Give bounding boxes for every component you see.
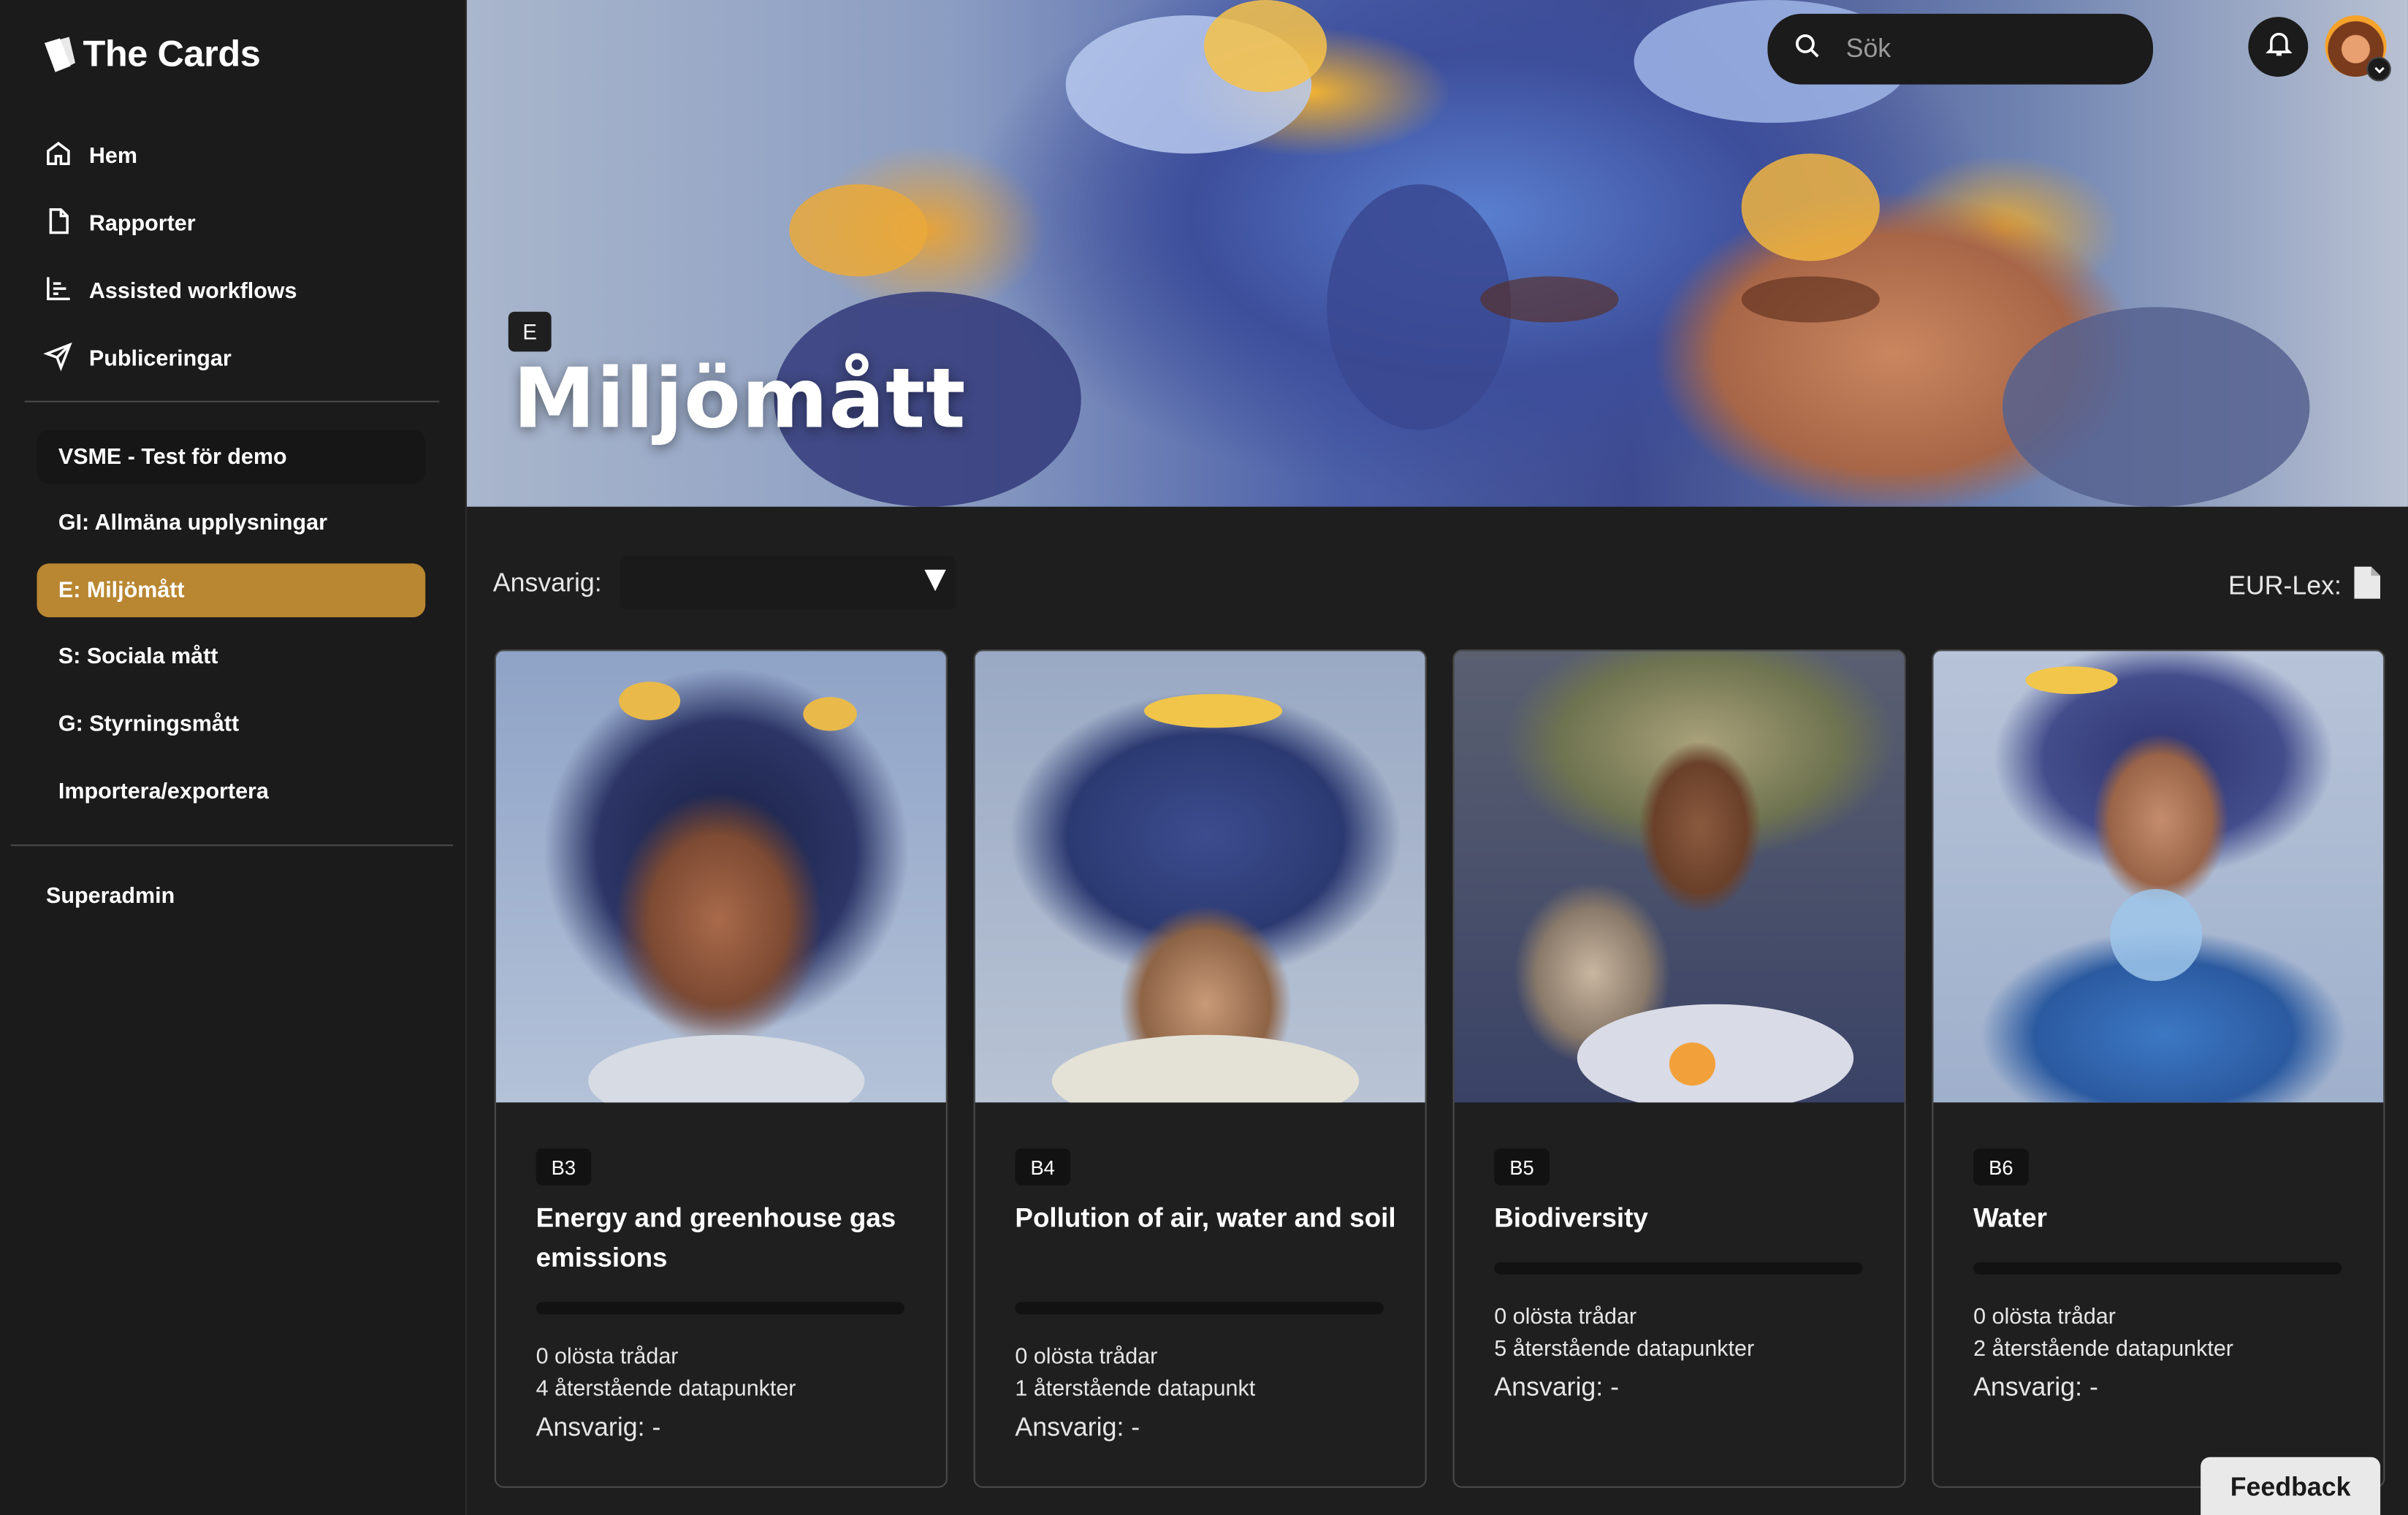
card-threads: 0 olösta trådar — [1973, 1305, 2116, 1330]
eur-lex-label: EUR-Lex: — [2228, 570, 2342, 600]
card-image — [495, 651, 946, 1103]
notifications-button[interactable] — [2248, 17, 2309, 77]
card-responsible: Ansvarig: - — [536, 1412, 661, 1442]
nav-item-hem[interactable]: Hem — [43, 123, 443, 190]
card-image — [975, 651, 1425, 1103]
progress-bar — [1015, 1302, 1384, 1315]
card-b4[interactable]: B4 Pollution of air, water and soil 0 ol… — [973, 649, 1427, 1488]
dropdown-arrow-icon — [924, 569, 946, 592]
card-b6[interactable]: B6 Water 0 olösta trådar 2 återstående d… — [1932, 649, 2385, 1488]
card-threads: 0 olösta trådar — [536, 1345, 679, 1370]
card-b3[interactable]: B3 Energy and greenhouse gas emissions 0… — [494, 649, 948, 1488]
responsible-filter-label: Ansvarig: — [492, 568, 602, 598]
search-icon — [1794, 31, 1821, 66]
report-nav-gi[interactable]: GI: Allmäna upplysningar — [37, 496, 425, 550]
sidebar: The Cards Hem Rapporter Assisted workflo… — [0, 0, 468, 1515]
search-bar[interactable]: Sök — [1767, 13, 2154, 85]
card-image — [1933, 651, 2384, 1103]
eur-lex-link[interactable]: EUR-Lex: — [2228, 566, 2380, 607]
nav-item-publiceringar[interactable]: Publiceringar — [43, 326, 443, 393]
nav-label: Assisted workflows — [88, 279, 297, 305]
card-datapoints: 5 återstående datapunkter — [1494, 1337, 1755, 1362]
report-nav-g[interactable]: G: Styrningsmått — [37, 697, 425, 751]
progress-bar — [536, 1302, 905, 1315]
app-root: The Cards Hem Rapporter Assisted workflo… — [0, 0, 2408, 1515]
card-tag: B3 — [536, 1148, 592, 1186]
progress-bar — [1494, 1262, 1863, 1275]
card-title: Pollution of air, water and soil — [1015, 1202, 1396, 1233]
card-responsible: Ansvarig: - — [1494, 1373, 1620, 1403]
nav-item-assisted-workflows[interactable]: Assisted workflows — [43, 258, 443, 325]
nav-label: Hem — [88, 144, 137, 169]
card-title: Water — [1973, 1202, 2047, 1233]
nav-label: Rapporter — [88, 212, 196, 237]
cards-logo-icon — [40, 35, 77, 75]
card-image — [1454, 651, 1905, 1103]
page-title: Miljömått — [513, 350, 967, 447]
card-threads: 0 olösta trådar — [1015, 1345, 1158, 1370]
card-datapoints: 4 återstående datapunkter — [536, 1377, 796, 1403]
card-datapoints: 2 återstående datapunkter — [1973, 1337, 2233, 1362]
card-title: Biodiversity — [1494, 1202, 1648, 1233]
home-icon — [43, 138, 74, 175]
document-icon — [43, 206, 74, 243]
report-nav-import-export[interactable]: Importera/exportera — [37, 765, 425, 819]
card-tag: B4 — [1015, 1148, 1070, 1186]
card-responsible: Ansvarig: - — [1015, 1412, 1140, 1442]
bell-icon — [2263, 28, 2293, 66]
chevron-down-icon[interactable] — [2366, 56, 2391, 82]
nav-divider — [24, 400, 440, 402]
card-title: Energy and greenhouse gas emissions — [536, 1202, 896, 1273]
chart-icon — [43, 273, 74, 310]
report-nav-s[interactable]: S: Sociala mått — [37, 630, 425, 684]
card-datapoints: 1 återstående datapunkt — [1015, 1377, 1256, 1403]
card-responsible: Ansvarig: - — [1973, 1373, 2098, 1403]
superadmin-link[interactable]: Superadmin — [46, 885, 175, 909]
progress-bar — [1973, 1262, 2342, 1275]
main-nav: Hem Rapporter Assisted workflows Publice… — [43, 123, 443, 393]
report-title-item[interactable]: VSME - Test för demo — [37, 430, 426, 484]
report-nav-e-active[interactable]: E: Miljömått — [37, 563, 426, 618]
app-logo[interactable]: The Cards — [40, 34, 261, 77]
search-input[interactable]: Sök — [1846, 34, 1891, 64]
card-threads: 0 olösta trådar — [1494, 1305, 1637, 1330]
feedback-button[interactable]: Feedback — [2201, 1457, 2381, 1515]
card-b5[interactable]: B5 Biodiversity 0 olösta trådar 5 återst… — [1452, 649, 1906, 1488]
nav-item-rapporter[interactable]: Rapporter — [43, 191, 443, 258]
report-nav-divider — [10, 844, 454, 847]
responsible-select[interactable] — [620, 555, 956, 610]
card-tag: B6 — [1973, 1148, 2029, 1186]
send-icon — [43, 341, 74, 378]
hero-category-badge: E — [508, 311, 552, 352]
nav-label: Publiceringar — [88, 347, 232, 372]
app-name: The Cards — [83, 34, 261, 75]
document-icon — [2353, 566, 2380, 607]
card-tag: B5 — [1494, 1148, 1550, 1186]
